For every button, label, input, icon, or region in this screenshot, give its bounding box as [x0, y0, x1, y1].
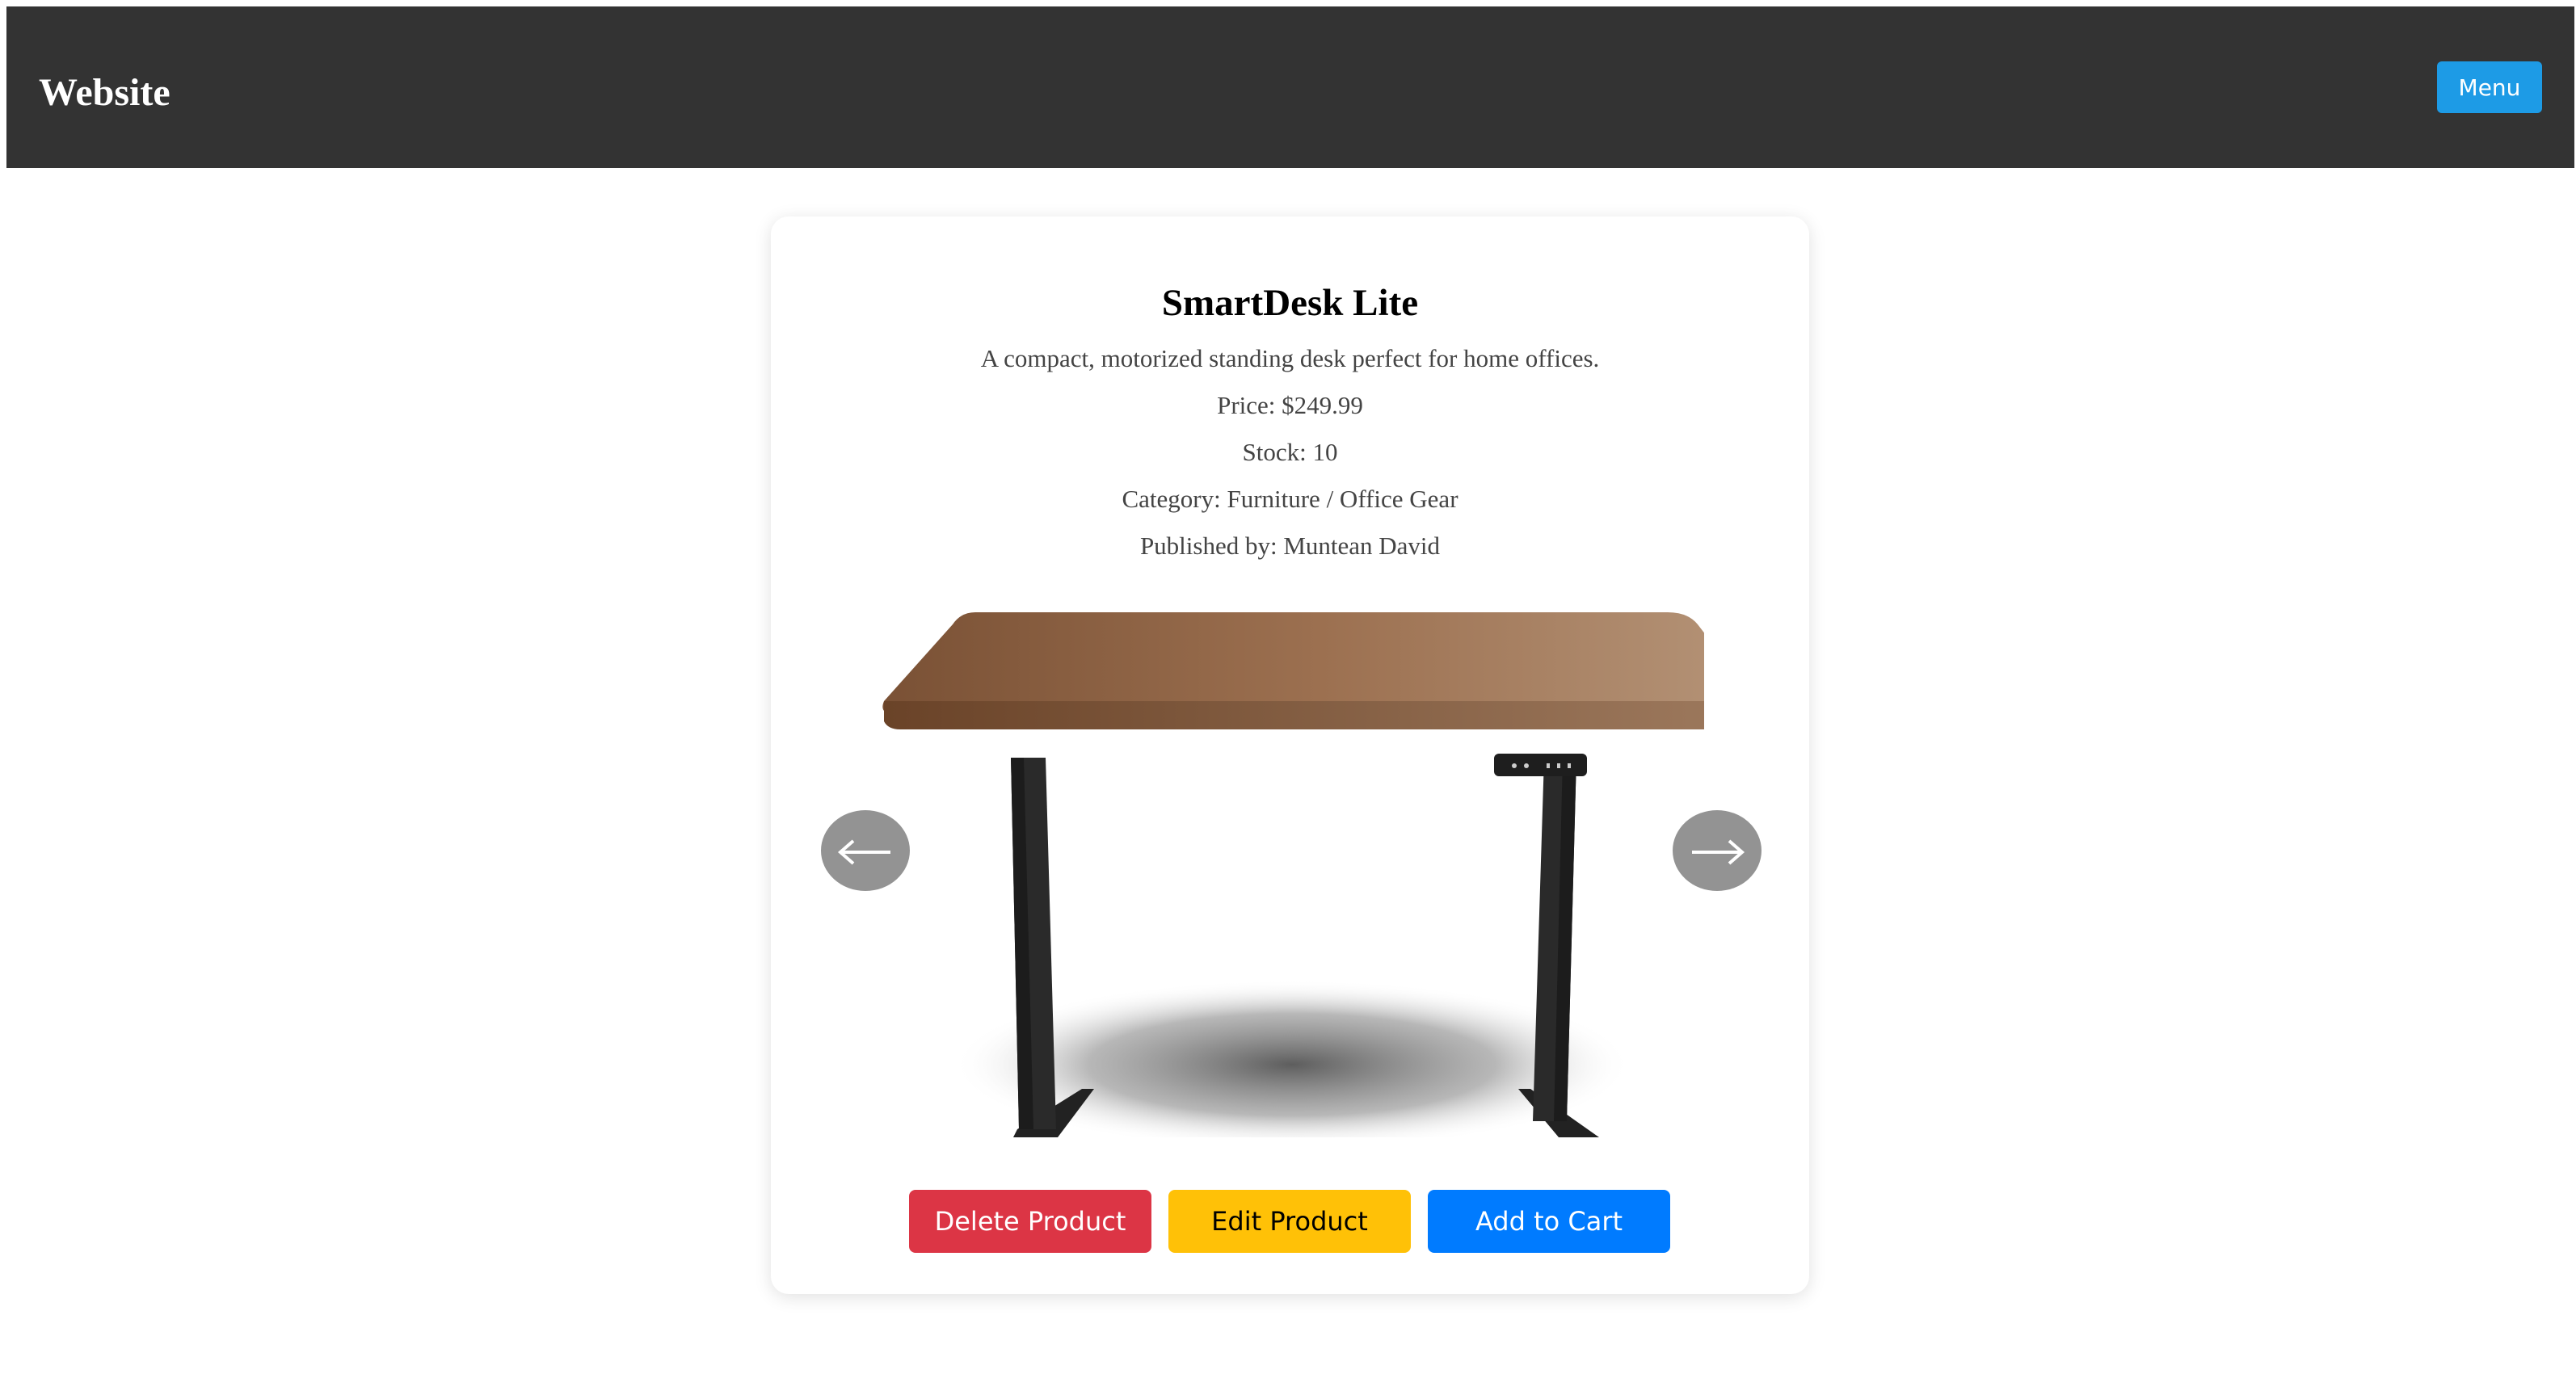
product-title: SmartDesk Lite [1161, 282, 1419, 324]
product-image [880, 604, 1758, 1149]
arrow-left-icon [821, 839, 910, 893]
edit-product-button[interactable]: Edit Product [1168, 1190, 1411, 1253]
add-to-cart-button[interactable]: Add to Cart [1428, 1190, 1670, 1253]
product-price: Price: $249.99 [1217, 391, 1363, 419]
menu-button[interactable]: Menu [2437, 61, 2542, 113]
site-header: Website Menu [6, 6, 2574, 168]
site-brand[interactable]: Website [39, 6, 170, 168]
product-publisher: Published by: Muntean David [1139, 532, 1441, 560]
arrow-right-icon [1673, 839, 1762, 893]
next-image-button[interactable] [1673, 810, 1762, 891]
product-description: A compact, motorized standing desk perfe… [980, 344, 1600, 372]
product-category: Category: Furniture / Office Gear [1122, 485, 1458, 513]
product-card: SmartDesk Lite A compact, motorized stan… [771, 216, 1809, 1294]
product-stock: Stock: 10 [1242, 438, 1338, 466]
delete-product-button[interactable]: Delete Product [909, 1190, 1151, 1253]
product-actions: Delete Product Edit Product Add to Cart [771, 1190, 1809, 1253]
prev-image-button[interactable] [821, 810, 910, 891]
